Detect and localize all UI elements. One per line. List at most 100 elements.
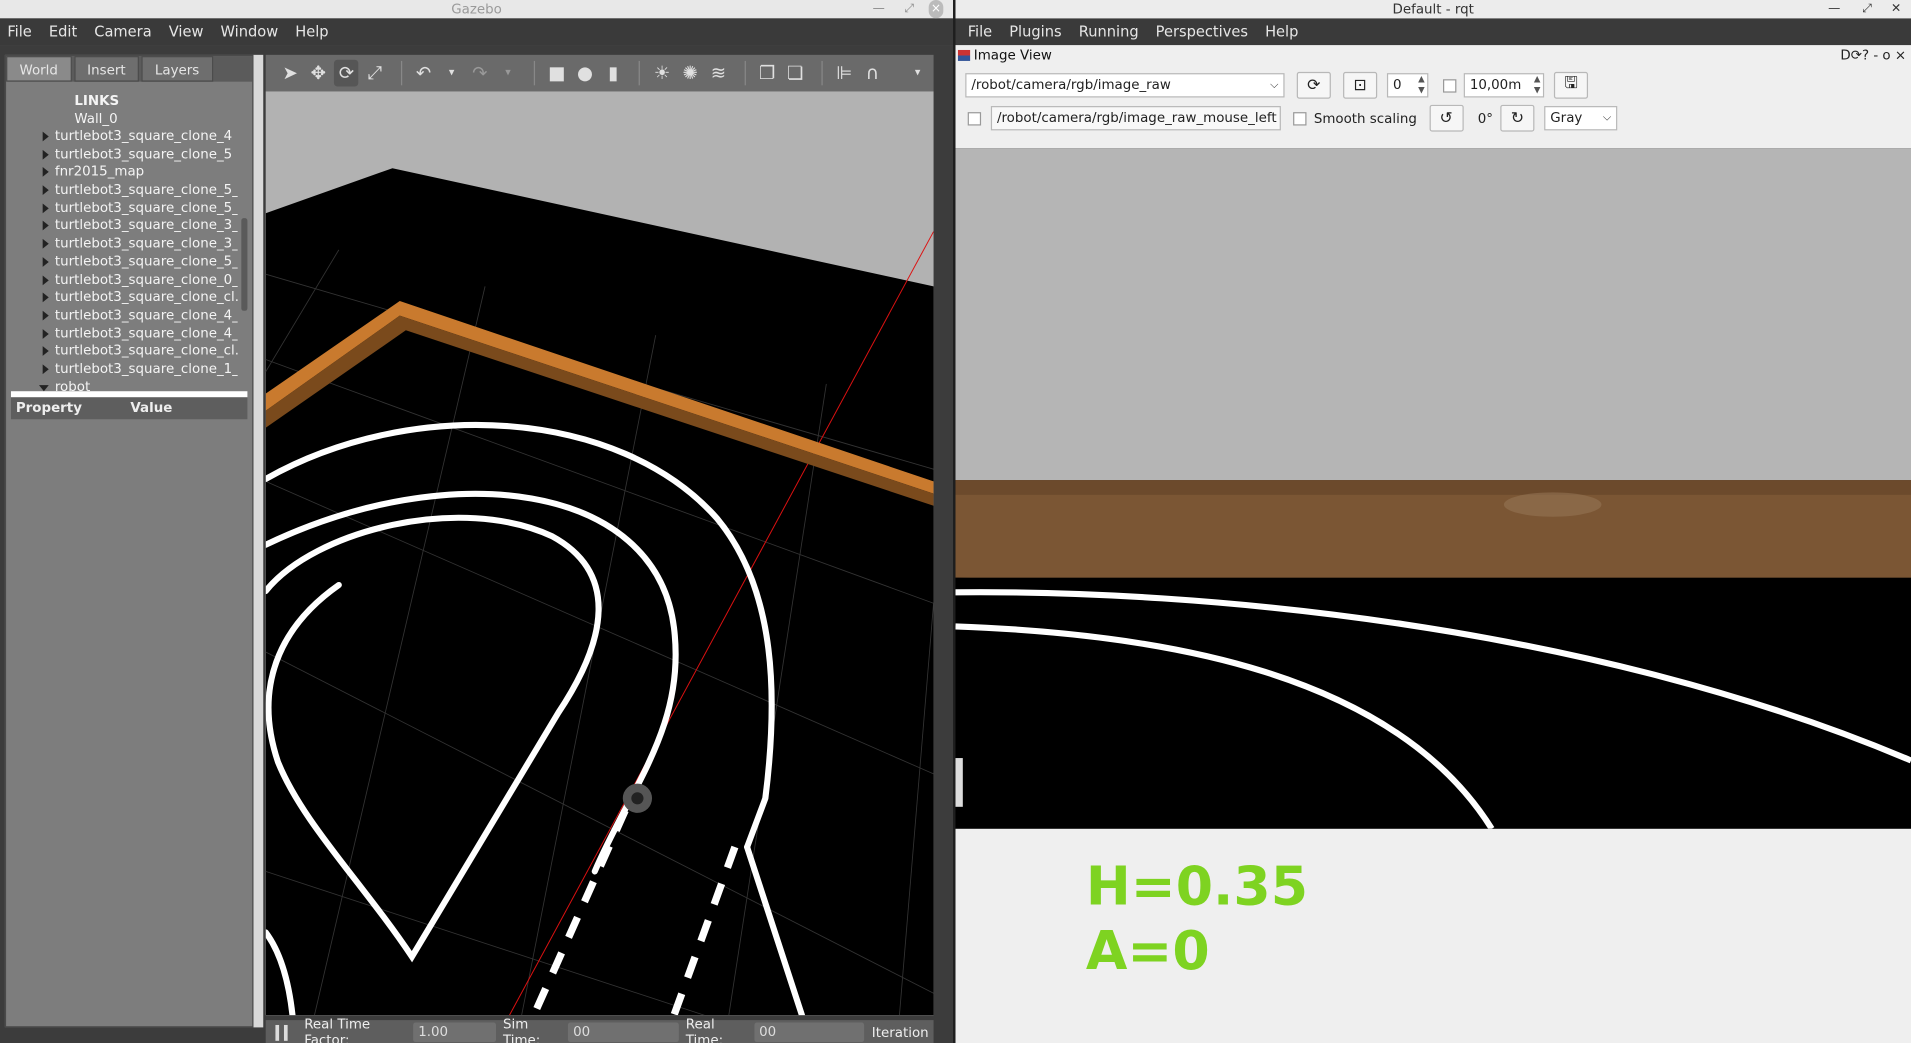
gazebo-menubar: File Edit Camera View Window Help [0,18,954,46]
gazebo-3d-viewport[interactable] [265,91,934,1016]
sphere-shape-icon[interactable]: ● [573,60,598,87]
tree-node[interactable]: turtlebot3_square_clone_cl... [6,343,238,361]
depth-checkbox[interactable] [1443,78,1457,93]
tree-node[interactable]: turtlebot3_square_clone_4_... [6,307,238,325]
tree-node[interactable]: turtlebot3_square_clone_0_... [6,271,238,289]
gazebo-window: Gazebo — ⤢ × File Edit Camera View Windo… [0,0,954,1043]
menu-view[interactable]: View [169,23,204,40]
publish-click-checkbox[interactable] [967,111,982,125]
menu-plugins[interactable]: Plugins [1009,23,1061,40]
minimize-icon[interactable]: — [1828,0,1840,18]
toolbar-more-icon[interactable]: ▾ [905,60,930,87]
menu-running[interactable]: Running [1079,23,1139,40]
tab-world[interactable]: World [6,56,72,82]
menu-help[interactable]: Help [1265,23,1298,40]
zoom-1-button[interactable]: ⊡ [1343,71,1378,99]
compression-spinbox[interactable]: 0 ▲ ▼ [1386,73,1429,98]
plugin-icon [957,49,971,61]
model-tree: LINKS Wall_0 turtlebot3_square_clone_4 t… [6,82,252,394]
topic-row: /robot/camera/rgb/image_raw ⌵ ⟳ ⊡ 0 ▲ ▼ 1… [965,71,1589,100]
redo-dropdown-icon[interactable]: ▾ [496,60,521,87]
tree-node[interactable]: turtlebot3_square_clone_3_... [6,217,238,235]
undo-dropdown-icon[interactable]: ▾ [439,60,464,87]
save-image-button[interactable]: 🖫 [1553,71,1589,99]
menu-file[interactable]: File [7,23,31,40]
maximize-icon[interactable]: ⤢ [904,0,914,18]
zoom-1-icon: ⊡ [1353,76,1367,95]
tree-node-robot[interactable]: robot [6,379,238,397]
plugin-controls[interactable]: D⟳? - o × [1840,47,1906,63]
undo-icon[interactable]: ↶ [411,60,436,87]
mouse-topic-value: /robot/camera/rgb/image_raw_mouse_left [996,109,1277,126]
copy-icon[interactable]: ❐ [755,60,780,87]
tree-node[interactable]: turtlebot3_square_clone_5_... [6,182,238,200]
tab-layers[interactable]: Layers [141,56,213,82]
tree-header: LINKS [74,92,120,109]
tab-insert[interactable]: Insert [73,56,140,82]
menu-perspectives[interactable]: Perspectives [1156,23,1248,40]
spin-value: 0 [1393,76,1402,93]
tree-node[interactable]: turtlebot3_square_clone_4_... [6,325,238,343]
smooth-scaling-checkbox[interactable] [1293,111,1307,125]
align-icon[interactable]: ⊫ [832,60,857,87]
select-arrow-icon[interactable]: ➤ [278,60,303,87]
max-depth-spinbox[interactable]: 10,00m ▲ ▼ [1463,73,1545,98]
pause-icon[interactable] [275,1024,288,1041]
close-icon[interactable]: × [928,0,944,19]
mouse-topic-field[interactable]: /robot/camera/rgb/image_raw_mouse_left [990,106,1281,131]
minimize-icon[interactable]: — [873,0,885,18]
tree-node[interactable]: turtlebot3_square_clone_1_... [6,361,238,379]
menu-edit[interactable]: Edit [49,23,77,40]
menu-help[interactable]: Help [295,23,328,40]
box-shape-icon[interactable]: ■ [545,60,570,87]
topic-combobox[interactable]: /robot/camera/rgb/image_raw ⌵ [965,73,1285,98]
options-row: /robot/camera/rgb/image_raw_mouse_left S… [965,104,1618,133]
camera-frame [955,148,1911,829]
tree-node[interactable]: turtlebot3_square_clone_4 [6,128,238,146]
plugin-title: Image View [973,46,1052,63]
rqt-titlebar: Default - rqt — ⤢ ✕ [955,0,1911,19]
heading-overlay: H=0.35 [1085,855,1309,918]
tree-node[interactable]: turtlebot3_square_clone_5 [6,146,238,164]
property-col: Property [15,399,82,416]
gazebo-titlebar: Gazebo — ⤢ × [0,0,954,19]
rqt-window: Default - rqt — ⤢ ✕ File Plugins Running… [955,0,1911,1043]
menu-camera[interactable]: Camera [94,23,151,40]
translate-icon[interactable]: ✥ [306,60,331,87]
point-light-icon[interactable]: ☀ [650,60,675,87]
scale-icon[interactable]: ⤢ [362,60,387,87]
menu-window[interactable]: Window [220,23,278,40]
directional-light-icon[interactable]: ≋ [706,60,731,87]
menu-file[interactable]: File [968,23,992,40]
toolbar-separator [400,60,402,86]
rotate-right-icon: ↻ [1510,109,1525,128]
tree-node[interactable]: fnr2015_map [6,164,238,182]
rotate-left-button[interactable]: ↺ [1429,104,1464,132]
paste-icon[interactable]: ❏ [783,60,808,87]
rotate-icon[interactable]: ⟳ [334,59,359,87]
color-mode-value: Gray [1550,109,1583,126]
color-mode-select[interactable]: Gray ⌵ [1544,106,1618,131]
tree-node[interactable]: turtlebot3_square_clone_3_... [6,235,238,253]
cylinder-shape-icon[interactable]: ▮ [601,60,626,87]
maximize-icon[interactable]: ⤢ [1862,0,1872,18]
plugin-header: Image View D⟳? - o × [956,45,1911,65]
tree-leaf[interactable]: Wall_0 [6,110,252,128]
gazebo-body: World Insert Layers LINKS Wall_0 turtleb… [0,45,954,1043]
camera-image[interactable] [955,148,1911,829]
value-col: Value [130,399,173,416]
tree-node[interactable]: turtlebot3_square_clone_5_... [6,253,238,271]
refresh-topics-button[interactable]: ⟳ [1296,71,1331,99]
tree-node[interactable]: turtlebot3_square_clone_5_... [6,200,238,218]
tree-node[interactable]: turtlebot3_square_clone_cl... [6,289,238,307]
depth-value: 10,00m [1469,76,1522,93]
close-icon[interactable]: ✕ [1891,0,1901,18]
rotate-right-button[interactable]: ↻ [1500,104,1535,132]
real-time-value: 00 00:05:00.515 [754,1022,865,1043]
spot-light-icon[interactable]: ✺ [678,60,703,87]
iterations-label: Iteration [871,1024,929,1041]
vertical-splitter[interactable] [253,54,264,1028]
tree-scrollbar[interactable] [241,218,248,311]
snap-magnet-icon[interactable]: ∩ [860,60,885,87]
redo-icon[interactable]: ↷ [468,60,493,87]
